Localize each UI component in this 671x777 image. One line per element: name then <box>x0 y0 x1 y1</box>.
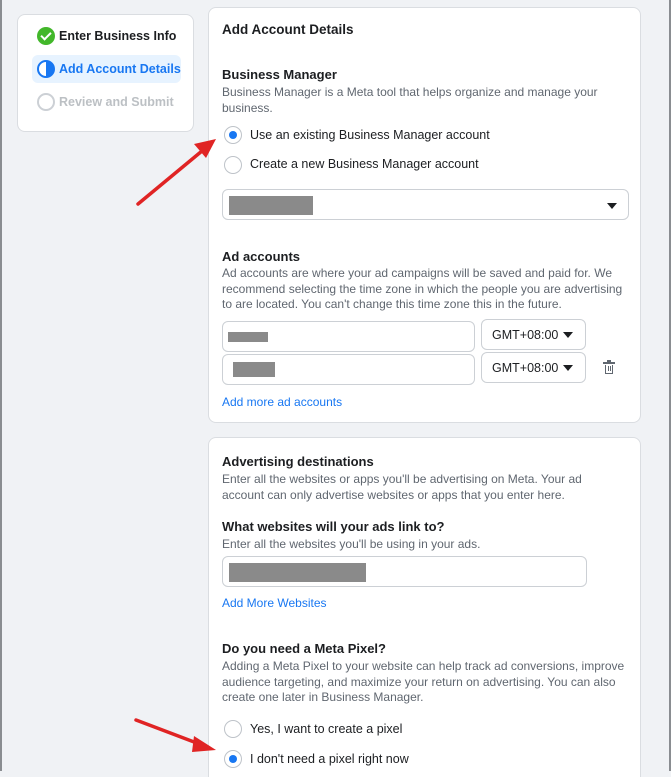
radio-label: Yes, I want to create a pixel <box>250 722 403 736</box>
step-add-account-details[interactable]: Add Account Details <box>32 55 181 83</box>
business-manager-heading: Business Manager <box>222 67 337 82</box>
redacted-value <box>229 196 313 215</box>
meta-pixel-heading: Do you need a Meta Pixel? <box>222 641 386 656</box>
step-label: Enter Business Info <box>59 29 177 43</box>
add-more-websites-link[interactable]: Add More Websites <box>222 596 327 610</box>
redacted-value <box>229 563 366 582</box>
redacted-value <box>233 362 275 377</box>
caret-down-icon <box>563 365 573 371</box>
advertising-destinations-heading: Advertising destinations <box>222 454 374 469</box>
trash-icon[interactable] <box>603 360 615 375</box>
step-enter-business-info[interactable]: Enter Business Info <box>32 22 181 50</box>
advertising-destinations-card: Advertising destinations Enter all the w… <box>208 437 641 777</box>
empty-circle-icon <box>37 93 55 111</box>
annotation-arrow-icon <box>136 139 216 206</box>
redacted-value <box>228 332 268 342</box>
step-label: Review and Submit <box>59 95 174 109</box>
caret-down-icon <box>607 203 617 209</box>
ad-account-name-input[interactable] <box>222 321 475 352</box>
radio-label: Create a new Business Manager account <box>250 157 479 171</box>
radio-no-pixel[interactable] <box>224 750 242 768</box>
step-review-and-submit[interactable]: Review and Submit <box>32 88 181 116</box>
meta-pixel-description: Adding a Meta Pixel to your website can … <box>222 659 625 704</box>
progress-steps: Enter Business Info Add Account Details … <box>17 14 194 132</box>
radio-new-business-manager[interactable] <box>224 156 242 174</box>
window-border-left <box>0 0 2 771</box>
ad-account-name-input[interactable] <box>222 354 475 385</box>
websites-heading: What websites will your ads link to? <box>222 519 445 534</box>
websites-description: Enter all the websites you'll be using i… <box>222 537 481 551</box>
half-circle-icon <box>37 60 55 78</box>
website-url-input[interactable] <box>222 556 587 587</box>
timezone-value: GMT+08:00 <box>492 328 559 342</box>
check-circle-icon <box>37 27 55 45</box>
account-details-card: Add Account Details Business Manager Bus… <box>208 7 641 423</box>
radio-label: Use an existing Business Manager account <box>250 128 490 142</box>
ad-accounts-description: Ad accounts are where your ad campaigns … <box>222 266 623 311</box>
card-title: Add Account Details <box>222 22 354 37</box>
advertising-destinations-description: Enter all the websites or apps you'll be… <box>222 472 582 502</box>
radio-create-pixel[interactable] <box>224 720 242 738</box>
add-more-ad-accounts-link[interactable]: Add more ad accounts <box>222 395 342 409</box>
timezone-select[interactable]: GMT+08:00 <box>481 352 586 383</box>
ad-accounts-heading: Ad accounts <box>222 249 301 264</box>
timezone-value: GMT+08:00 <box>492 361 559 375</box>
business-manager-description: Business Manager is a Meta tool that hel… <box>222 85 598 115</box>
caret-down-icon <box>563 332 573 338</box>
radio-label: I don't need a pixel right now <box>250 752 409 766</box>
radio-existing-business-manager[interactable] <box>224 126 242 144</box>
step-label: Add Account Details <box>59 62 181 76</box>
business-manager-select[interactable] <box>222 189 629 220</box>
annotation-arrow-icon <box>134 718 216 752</box>
timezone-select[interactable]: GMT+08:00 <box>481 319 586 350</box>
